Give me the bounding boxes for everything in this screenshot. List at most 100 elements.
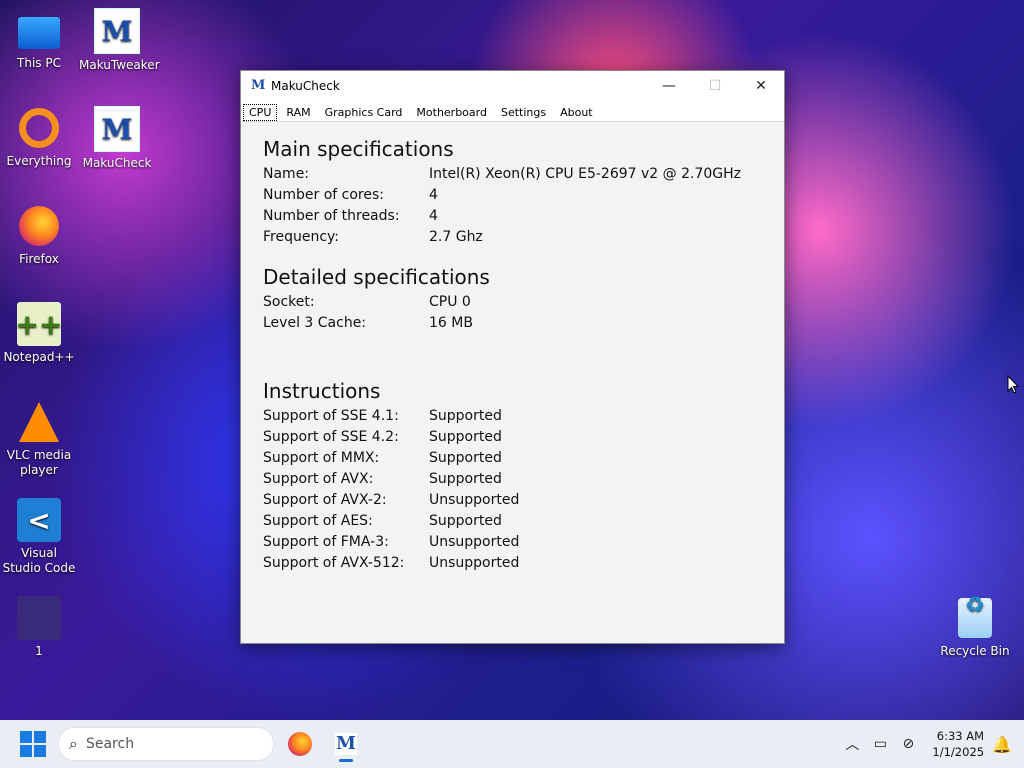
desktop-icon-makutweaker[interactable]: M MakuTweaker [79,8,160,73]
desktop-icon-file-1[interactable]: 1 [1,596,77,659]
spec-value: Supported [429,408,502,424]
spec-key: Socket: [263,294,315,310]
spec-row: Support of AVX: Supported [263,469,762,490]
computer-icon [17,8,61,52]
spec-key: Support of AVX-2: [263,492,387,508]
spec-value: 16 MB [429,315,473,331]
desktop-icon-vlc[interactable]: VLC media player [1,400,77,478]
firefox-icon [288,732,312,756]
spec-key: Frequency: [263,229,340,245]
title-bar[interactable]: M MakuCheck — ☐ ✕ [241,71,784,101]
spec-row: Support of AVX-512: Unsupported [263,553,762,574]
spec-value: Intel(R) Xeon(R) CPU E5-2697 v2 @ 2.70GH… [429,166,741,182]
system-tray: ︿ ▭ ⊘ 6:33 AM 1/1/2025 🔔 [838,720,1024,768]
spec-key: Support of MMX: [263,450,380,466]
spec-value: Unsupported [429,534,520,550]
vscode-icon: < [17,498,61,542]
clock-time: 6:33 AM [936,729,985,743]
maximize-button[interactable]: ☐ [692,71,738,101]
notification-bell-icon[interactable]: 🔔 [992,735,1012,754]
tab-settings[interactable]: Settings [494,104,553,121]
clock-date: 1/1/2025 [932,745,985,759]
makucheck-icon: M [335,733,357,755]
spec-key: Support of SSE 4.1: [263,408,399,424]
window-title: MakuCheck [271,79,340,93]
search-icon: ⌕ [69,734,78,753]
desktop-icon-label: Recycle Bin [940,644,1010,658]
spec-value: Supported [429,429,502,445]
makucheck-icon: M [94,106,140,152]
spec-value: 2.7 Ghz [429,229,483,245]
desktop-icon-notepadpp[interactable]: ++ Notepad++ [1,302,77,365]
spec-row: Support of MMX: Supported [263,448,762,469]
chevron-up-icon[interactable]: ︿ [838,734,866,754]
spec-key: Number of threads: [263,208,400,224]
desktop-icon-recycle-bin[interactable]: ♻ Recycle Bin [937,595,1013,659]
volume-muted-icon[interactable]: ⊘ [894,736,922,752]
spec-key: Level 3 Cache: [263,315,367,331]
spec-value: Unsupported [429,555,520,571]
spec-value: 4 [429,208,438,224]
desktop-icon-label: 1 [35,644,43,658]
main-specs-heading: Main specifications [263,137,454,161]
spec-value: Unsupported [429,492,520,508]
spec-key: Support of AVX: [263,471,374,487]
spec-row: Support of SSE 4.2: Supported [263,427,762,448]
spec-row: Name: Intel(R) Xeon(R) CPU E5-2697 v2 @ 2… [263,164,762,185]
start-button[interactable] [20,731,46,757]
notepadpp-icon: ++ [16,302,62,346]
desktop-icon-label: VLC media player [6,448,72,477]
minimize-button[interactable]: — [646,71,692,101]
desktop-icon-label: Firefox [19,252,59,266]
image-file-icon [17,596,61,640]
makutweaker-icon: M [94,8,140,54]
spec-value: Supported [429,471,502,487]
mouse-cursor-icon [1007,375,1019,394]
spec-row: Support of AES: Supported [263,511,762,532]
spec-key: Name: [263,166,310,182]
spec-row: Number of cores: 4 [263,185,762,206]
cpu-panel: Main specifications Name: Intel(R) Xeon(R… [241,122,784,643]
desktop-icon-label: Everything [6,154,72,168]
search-placeholder: Search [85,736,135,752]
tab-cpu[interactable]: CPU [243,104,278,121]
everything-search-icon [17,106,61,150]
clock[interactable]: 6:33 AM 1/1/2025 [932,728,984,760]
close-button[interactable]: ✕ [738,71,784,101]
spec-row: Socket: CPU 0 [263,292,762,313]
desktop-icon-label: MakuTweaker [79,58,160,72]
firefox-icon [17,204,61,248]
desktop-icon-label: This PC [17,56,61,70]
spec-value: 4 [429,187,438,203]
desktop-icon-this-pc[interactable]: This PC [1,8,77,71]
desktop-icon-firefox[interactable]: Firefox [1,204,77,267]
desktop-icon-makucheck[interactable]: M MakuCheck [79,106,155,171]
tab-graphics-card[interactable]: Graphics Card [318,104,410,121]
spec-row: Frequency: 2.7 Ghz [263,227,762,248]
spec-value: CPU 0 [429,294,471,310]
spec-key: Support of AVX-512: [263,555,405,571]
recycle-bin-icon: ♻ [953,595,997,640]
tab-motherboard[interactable]: Motherboard [409,104,494,121]
desktop-icon-everything[interactable]: Everything [1,106,77,169]
tab-about[interactable]: About [553,104,600,121]
taskbar-search-box[interactable]: ⌕ Search [58,727,274,761]
tab-strip: CPU RAM Graphics Card Motherboard Settin… [241,101,784,122]
spec-row: Number of threads: 4 [263,206,762,227]
spec-key: Support of FMA-3: [263,534,389,550]
desktop-icon-vscode[interactable]: < Visual Studio Code [1,498,77,576]
vlc-icon [17,400,61,444]
desktop-icon-label: MakuCheck [82,156,152,170]
spec-value: Supported [429,450,502,466]
spec-key: Support of AES: [263,513,373,529]
makucheck-app-icon: M [251,78,266,93]
desktop-icon-label: Visual Studio Code [2,546,76,575]
taskbar: ⌕ Search M ︿ ▭ ⊘ 6:33 AM 1/1/2025 🔔 [0,720,1024,768]
makucheck-window: M MakuCheck — ☐ ✕ CPU RAM Graphics Card … [240,70,785,644]
taskbar-makucheck-button[interactable]: M [326,724,366,764]
network-icon[interactable]: ▭ [866,736,894,752]
spec-row: Support of SSE 4.1: Supported [263,406,762,427]
tab-ram[interactable]: RAM [279,104,317,121]
spec-row: Support of AVX-2: Unsupported [263,490,762,511]
taskbar-firefox-button[interactable] [280,724,320,764]
